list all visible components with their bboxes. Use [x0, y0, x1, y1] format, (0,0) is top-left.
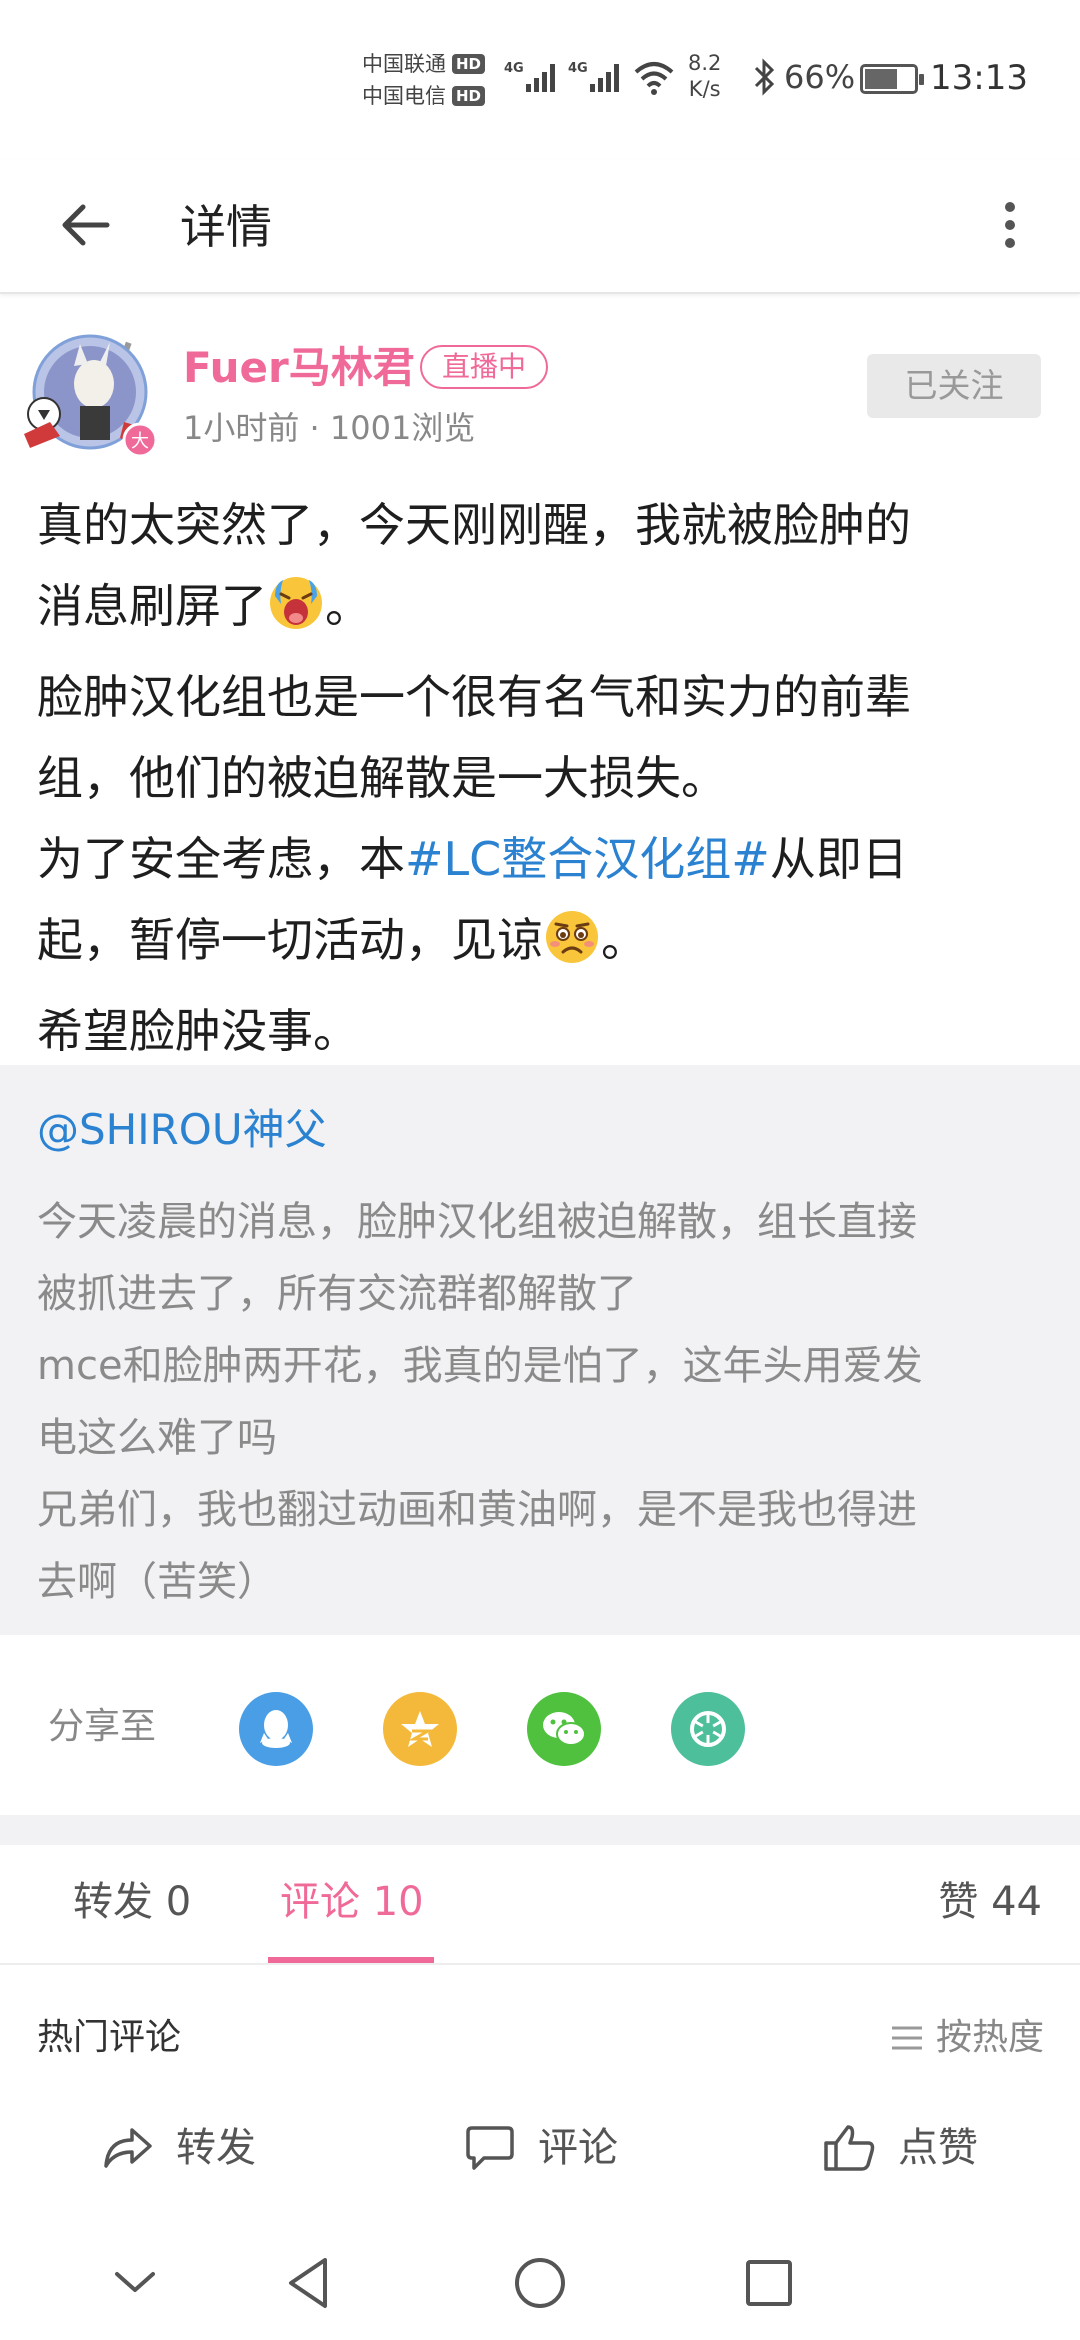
quoted-line: 去啊（苦笑） — [37, 1559, 277, 1605]
post-line: 为了安全考虑，本#LC整合汉化组#从即日 — [37, 819, 1057, 900]
moments-icon — [690, 1711, 726, 1747]
follow-button[interactable]: 已关注 — [867, 354, 1041, 418]
carrier-2-label: 中国电信 — [362, 84, 446, 108]
battery-fill — [865, 69, 897, 89]
network-label: 4G — [568, 61, 588, 76]
tab-likes[interactable]: 赞 44 — [938, 1872, 1042, 1932]
live-badge[interactable]: 直播中 — [420, 345, 549, 389]
post-line-text: 为了安全考虑，本 — [37, 832, 405, 886]
nav-home-button[interactable] — [505, 2248, 575, 2318]
clock: 13:13 — [930, 58, 1028, 98]
post-line-text: 起，暂停一切活动，见谅 — [37, 913, 543, 967]
quoted-user-link[interactable]: @SHIROU神父 — [37, 1095, 327, 1165]
tab-forwards[interactable]: 转发 0 — [73, 1872, 191, 1932]
signal-1-icon: 4G — [504, 56, 562, 96]
post-line-text: 消息刷屏了 — [37, 579, 267, 633]
triangle-back-icon — [289, 2258, 327, 2308]
avatar-badge: 大 — [131, 431, 149, 452]
section-divider — [0, 1815, 1080, 1845]
nav-back-button[interactable] — [274, 2248, 344, 2318]
back-button[interactable] — [50, 190, 120, 260]
post-line-text: 从即日 — [769, 832, 908, 886]
page-title: 详情 — [180, 200, 272, 254]
active-tab-indicator — [268, 1957, 434, 1963]
post-line: 组，他们的被迫解散是一大损失。 — [37, 751, 727, 805]
post-line: 起，暂停一切活动，见谅 。 — [37, 900, 1057, 991]
square-recents-icon — [746, 2260, 792, 2306]
forward-label: 转发 — [176, 2125, 256, 2171]
author-name[interactable]: Fuer马林君 — [183, 340, 415, 396]
worried-emoji-icon — [543, 908, 601, 991]
post-line: 消息刷屏了 。 — [37, 566, 1057, 657]
circle-home-icon — [515, 2258, 565, 2308]
nav-collapse-button[interactable] — [100, 2248, 170, 2318]
forward-button[interactable]: 转发 — [100, 2118, 256, 2178]
menu-lines-icon — [891, 2026, 922, 2050]
quoted-line: mce和脸肿两开花，我真的是怕了，这年头用爱发 — [37, 1343, 923, 1389]
comment-label: 评论 — [538, 2125, 618, 2171]
comment-button[interactable]: 评论 — [462, 2118, 618, 2178]
post-body: 真的太突然了，今天刚刚醒，我就被脸肿的 消息刷屏了。 脸肿汉化组也是一个很有名气… — [37, 485, 1057, 1072]
speed-unit: K/s — [688, 77, 721, 101]
carrier-1-label: 中国联通 — [362, 52, 446, 76]
chevron-down-icon — [115, 2272, 155, 2292]
post-line: 脸肿汉化组也是一个很有名气和实力的前辈 — [37, 670, 911, 724]
quoted-line: 今天凌晨的消息，脸肿汉化组被迫解散，组长直接 — [37, 1199, 917, 1245]
post-line: 真的太突然了，今天刚刚醒，我就被脸肿的 — [37, 498, 911, 552]
sort-button[interactable]: 按热度 — [890, 2012, 1044, 2064]
network-speed: 8.2 K/s — [688, 50, 721, 102]
like-label: 点赞 — [898, 2125, 978, 2171]
more-button[interactable] — [990, 190, 1030, 260]
comment-bubble-icon — [466, 2126, 514, 2170]
avatar[interactable]: 大 — [20, 326, 170, 466]
battery-icon — [860, 64, 924, 94]
speed-value: 8.2 — [688, 51, 722, 75]
share-qq-button[interactable] — [239, 1692, 313, 1766]
signal-2-icon: 4G — [568, 56, 626, 96]
hot-comments-label: 热门评论 — [37, 2017, 182, 2058]
hd-badge: HD — [452, 54, 486, 74]
post-meta: 1小时前 · 1001浏览 — [183, 409, 476, 447]
arrow-left-icon — [62, 204, 110, 246]
hashtag-link[interactable]: #LC整合汉化组# — [405, 832, 770, 886]
post-line: 希望脸肿没事。 — [37, 1004, 359, 1058]
share-moments-button[interactable] — [671, 1692, 745, 1766]
crying-emoji-icon — [267, 574, 325, 657]
qzone-icon — [401, 1711, 439, 1747]
carrier-info: 中国联通 HD 中国电信 HD — [362, 48, 486, 112]
thumbs-up-icon — [824, 2125, 875, 2171]
post-line-text: 。 — [325, 579, 371, 633]
share-wechat-button[interactable] — [527, 1692, 601, 1766]
battery-percent: 66% — [784, 58, 856, 96]
quoted-line: 兄弟们，我也翻过动画和黄油啊，是不是我也得进 — [37, 1487, 917, 1533]
wechat-icon — [543, 1712, 586, 1746]
status-bar: 中国联通 HD 中国电信 HD 4G 4G 8.2 K/s 66% 13:13 — [0, 0, 1080, 160]
share-qzone-button[interactable] — [383, 1692, 457, 1766]
qq-icon — [260, 1710, 292, 1748]
wifi-icon — [632, 60, 676, 96]
app-header: 详情 — [0, 160, 1080, 294]
network-label: 4G — [504, 61, 524, 76]
bluetooth-icon — [752, 58, 778, 100]
sort-label: 按热度 — [935, 2017, 1044, 2058]
quoted-line: 电这么难了吗 — [37, 1415, 277, 1461]
quoted-line: 被抓进去了，所有交流群都解散了 — [37, 1271, 637, 1317]
post-line-text: 。 — [601, 913, 647, 967]
like-button[interactable]: 点赞 — [822, 2118, 978, 2178]
share-arrow-icon — [104, 2128, 152, 2168]
quoted-text: 今天凌晨的消息，脸肿汉化组被迫解散，组长直接 被抓进去了，所有交流群都解散了 m… — [37, 1186, 1057, 1618]
tab-comments[interactable]: 评论 10 — [280, 1872, 424, 1932]
hd-badge: HD — [452, 86, 486, 106]
nav-recents-button[interactable] — [734, 2248, 804, 2318]
more-vertical-icon — [1005, 202, 1015, 248]
share-label: 分享至 — [48, 1706, 157, 1747]
